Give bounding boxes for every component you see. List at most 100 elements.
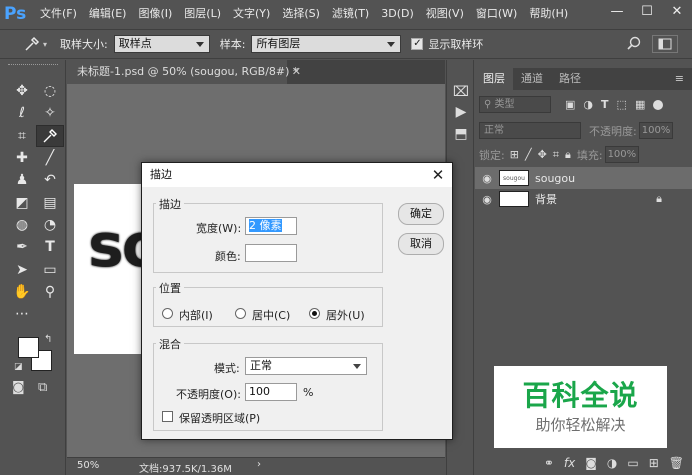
preserve-transparency-checkbox[interactable] [162, 411, 173, 422]
width-input[interactable]: 2 像素 [245, 217, 297, 235]
minimize-button[interactable]: — [602, 0, 632, 22]
hand-tool-icon[interactable]: ✋ [8, 281, 36, 303]
fill-field[interactable]: 100% [604, 146, 639, 163]
layer-style-icon[interactable]: fx [564, 456, 575, 470]
menu-filter[interactable]: 滤镜(T) [326, 0, 375, 28]
new-group-icon[interactable]: ▭ [627, 456, 638, 470]
filter-shape-icon[interactable]: ⬚ [617, 98, 627, 111]
crop-tool-icon[interactable]: ⌗ [8, 125, 36, 147]
quick-mask-icon[interactable]: ◙ [12, 380, 25, 395]
layer-mask-icon[interactable]: ◙ [585, 456, 597, 470]
position-center-radio[interactable] [235, 308, 246, 319]
cancel-button[interactable]: 取消 [398, 233, 444, 255]
layer-row[interactable]: ◉ sougou sougou [475, 167, 692, 189]
blend-mode-select[interactable]: 正常 [479, 122, 581, 139]
more-tools-icon[interactable]: ⋯ [8, 303, 36, 325]
lock-artboard-icon[interactable]: ⌗ [553, 148, 559, 162]
dialog-close-button[interactable]: ✕ [424, 163, 452, 187]
history-panel-icon[interactable]: ⌧ [447, 84, 475, 100]
sample-select[interactable]: 所有图层 [251, 35, 402, 53]
show-ring-checkbox[interactable]: ✓ [411, 38, 424, 50]
tab-paths[interactable]: 路径 [551, 68, 589, 90]
screen-mode-icon[interactable]: ⧉ [38, 380, 47, 395]
type-tool-icon[interactable]: T [36, 236, 64, 258]
filter-pixel-icon[interactable]: ▣ [565, 98, 575, 111]
menu-help[interactable]: 帮助(H) [523, 0, 574, 28]
document-tab-close[interactable]: ✕ [292, 60, 301, 84]
dialog-title-bar[interactable]: 描边 [142, 163, 452, 187]
color-swatch[interactable] [245, 244, 297, 262]
position-inside-radio[interactable] [162, 308, 173, 319]
menu-select[interactable]: 选择(S) [276, 0, 326, 28]
marquee-tool-icon[interactable]: ◌ [36, 80, 64, 102]
zoom-tool-icon[interactable]: ⚲ [36, 281, 64, 303]
brush-tool-icon[interactable]: ╱ [36, 147, 64, 169]
foreground-color-swatch[interactable] [18, 337, 39, 358]
tab-channels[interactable]: 通道 [513, 68, 551, 90]
width-label: 宽度(W): [196, 222, 242, 235]
link-layers-icon[interactable]: ⚭ [544, 456, 554, 470]
lock-pixels-icon[interactable]: ╱ [525, 148, 532, 161]
document-info[interactable]: 文档:937.5K/1.36M [139, 460, 232, 475]
new-layer-icon[interactable]: ⊞ [649, 456, 659, 470]
lasso-tool-icon[interactable]: ℓ [8, 102, 36, 124]
adjustment-layer-icon[interactable]: ◑ [607, 456, 617, 470]
delete-layer-icon[interactable]: 🗑︎ [669, 456, 684, 470]
actions-panel-icon[interactable]: ▶ [447, 104, 475, 120]
path-selection-tool-icon[interactable]: ➤ [8, 258, 36, 280]
document-tab[interactable]: 未标题-1.psd @ 50% (sougou, RGB/8#) * ✕ [67, 60, 301, 84]
zoom-level[interactable]: 50% [77, 460, 99, 471]
status-menu-arrow[interactable]: › [257, 459, 261, 470]
filter-toggle-icon[interactable] [653, 99, 664, 110]
menu-layer[interactable]: 图层(L) [178, 0, 227, 28]
menu-view[interactable]: 视图(V) [420, 0, 470, 28]
dodge-tool-icon[interactable]: ◔ [36, 214, 64, 236]
rectangle-tool-icon[interactable]: ▭ [36, 258, 64, 280]
menu-image[interactable]: 图像(I) [132, 0, 178, 28]
magic-wand-tool-icon[interactable]: ✧ [36, 102, 64, 124]
layer-filter-select[interactable]: ⚲ 类型 [479, 96, 551, 113]
menu-window[interactable]: 窗口(W) [470, 0, 523, 28]
lock-position-icon[interactable]: ✥ [538, 148, 547, 161]
gradient-tool-icon[interactable]: ▤ [36, 191, 64, 213]
opacity-field[interactable]: 100% [638, 122, 673, 139]
stroke-section-label: 描边 [156, 196, 184, 212]
menu-3d[interactable]: 3D(D) [375, 0, 420, 28]
opacity-input[interactable]: 100 [245, 383, 297, 401]
toolbox-grip[interactable] [8, 64, 58, 67]
visibility-eye-icon[interactable]: ◉ [475, 172, 499, 185]
history-brush-tool-icon[interactable]: ↶ [36, 169, 64, 191]
menu-edit[interactable]: 编辑(E) [83, 0, 133, 28]
mode-select[interactable]: 正常 [245, 357, 367, 375]
filter-adjustment-icon[interactable]: ◑ [583, 98, 593, 111]
sample-size-select[interactable]: 取样点 [113, 35, 210, 53]
lock-all-icon[interactable]: 🔒︎ [565, 148, 571, 162]
watermark: 百科全说 助你轻松解决 [494, 366, 667, 448]
panel-menu-icon[interactable]: ≡ [675, 68, 692, 90]
filter-smart-object-icon[interactable]: ▦ [635, 98, 645, 111]
workspace-switcher-icon[interactable] [652, 35, 678, 53]
eyedropper-tool-preset[interactable]: ▾ [20, 33, 50, 55]
stamp-tool-icon[interactable]: ♟ [8, 169, 36, 191]
menu-file[interactable]: 文件(F) [34, 0, 83, 28]
filter-type-icon[interactable]: T [601, 98, 609, 111]
tab-layers[interactable]: 图层 [475, 68, 513, 90]
search-icon[interactable] [626, 36, 642, 55]
swap-colors-icon[interactable]: ↰ [44, 334, 52, 345]
position-outside-radio[interactable] [309, 308, 320, 319]
visibility-eye-icon[interactable]: ◉ [475, 193, 499, 206]
eraser-tool-icon[interactable]: ◩ [8, 191, 36, 213]
healing-brush-tool-icon[interactable]: ✚ [8, 147, 36, 169]
lock-transparent-icon[interactable]: ⊞ [510, 148, 519, 161]
menu-type[interactable]: 文字(Y) [227, 0, 276, 28]
blur-tool-icon[interactable]: ◍ [8, 214, 36, 236]
pen-tool-icon[interactable]: ✒ [8, 236, 36, 258]
eyedropper-tool-icon[interactable] [36, 124, 64, 147]
close-button[interactable]: ✕ [662, 0, 692, 22]
move-tool-icon[interactable]: ✥ [8, 80, 36, 102]
default-colors-icon[interactable]: ◪ [14, 362, 23, 372]
layer-row[interactable]: ◉ 背景 🔒︎ [475, 188, 692, 210]
maximize-button[interactable]: ☐ [632, 0, 662, 22]
properties-panel-icon[interactable]: ⬒ [447, 126, 475, 142]
ok-button[interactable]: 确定 [398, 203, 444, 225]
